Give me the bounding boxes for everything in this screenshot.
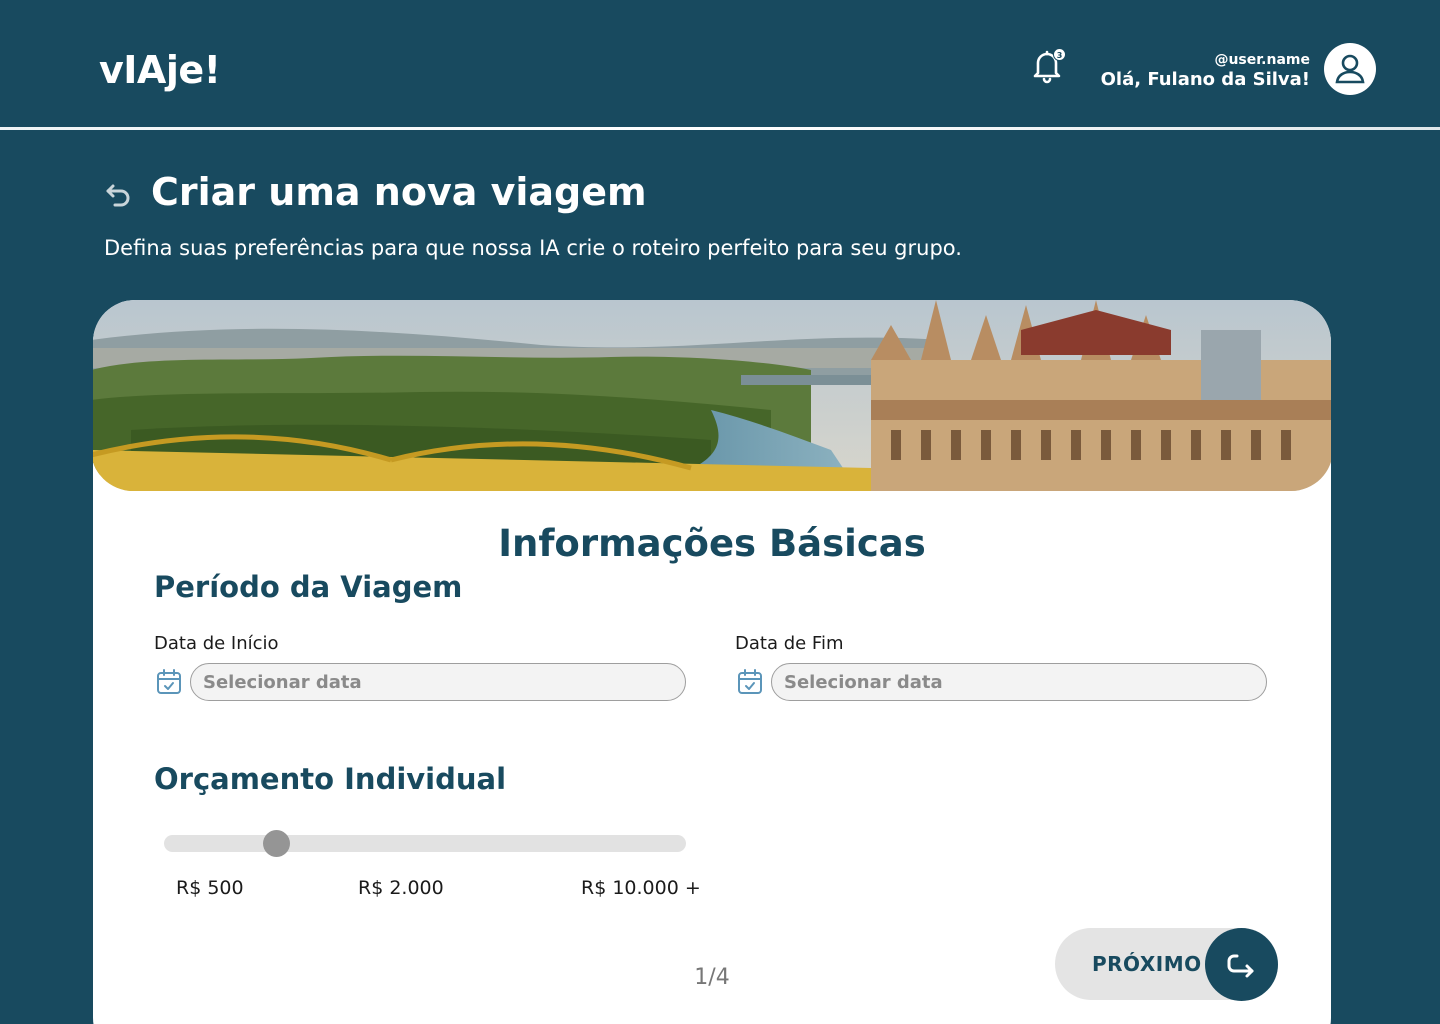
next-button[interactable]: PRÓXIMO: [1055, 928, 1278, 1001]
notifications-button[interactable]: 3: [1030, 48, 1066, 84]
back-arrow-icon: [106, 184, 130, 207]
section-title: Informações Básicas: [498, 522, 926, 565]
start-date-label: Data de Início: [154, 633, 279, 654]
trip-form-card: Informações Básicas Período da Viagem Da…: [93, 300, 1331, 1024]
budget-label-min: R$ 500: [176, 877, 244, 899]
header-divider: [0, 127, 1440, 130]
end-date-input[interactable]: [771, 663, 1267, 701]
top-header: vIAje! 3 @user.name Olá, Fulano da Silva…: [0, 0, 1440, 130]
user-info: @user.name Olá, Fulano da Silva!: [1101, 52, 1310, 90]
back-button[interactable]: [104, 180, 134, 210]
destination-banner-image: [93, 300, 1331, 491]
start-date-input[interactable]: [190, 663, 686, 701]
calendar-icon: [155, 668, 183, 696]
budget-slider-thumb[interactable]: [263, 830, 290, 857]
period-title: Período da Viagem: [154, 570, 463, 604]
user-icon: [1335, 54, 1365, 84]
notification-count-badge: 3: [1053, 48, 1066, 61]
calendar-icon: [736, 668, 764, 696]
end-date-label: Data de Fim: [735, 633, 844, 654]
budget-label-mid: R$ 2.000: [358, 877, 444, 899]
avatar[interactable]: [1324, 43, 1376, 95]
next-button-circle: [1205, 928, 1278, 1001]
user-greeting: Olá, Fulano da Silva!: [1100, 69, 1310, 90]
page-subtitle: Defina suas preferências para que nossa …: [104, 236, 962, 260]
forward-arrow-icon: [1227, 954, 1253, 977]
page-title: Criar uma nova viagem: [151, 170, 647, 214]
user-handle: @user.name: [1214, 52, 1310, 68]
budget-title: Orçamento Individual: [154, 762, 507, 796]
budget-label-max: R$ 10.000 +: [581, 877, 701, 899]
app-logo[interactable]: vIAje!: [99, 48, 221, 92]
next-button-label: PRÓXIMO: [1092, 952, 1202, 976]
budget-slider-track[interactable]: [164, 830, 686, 857]
